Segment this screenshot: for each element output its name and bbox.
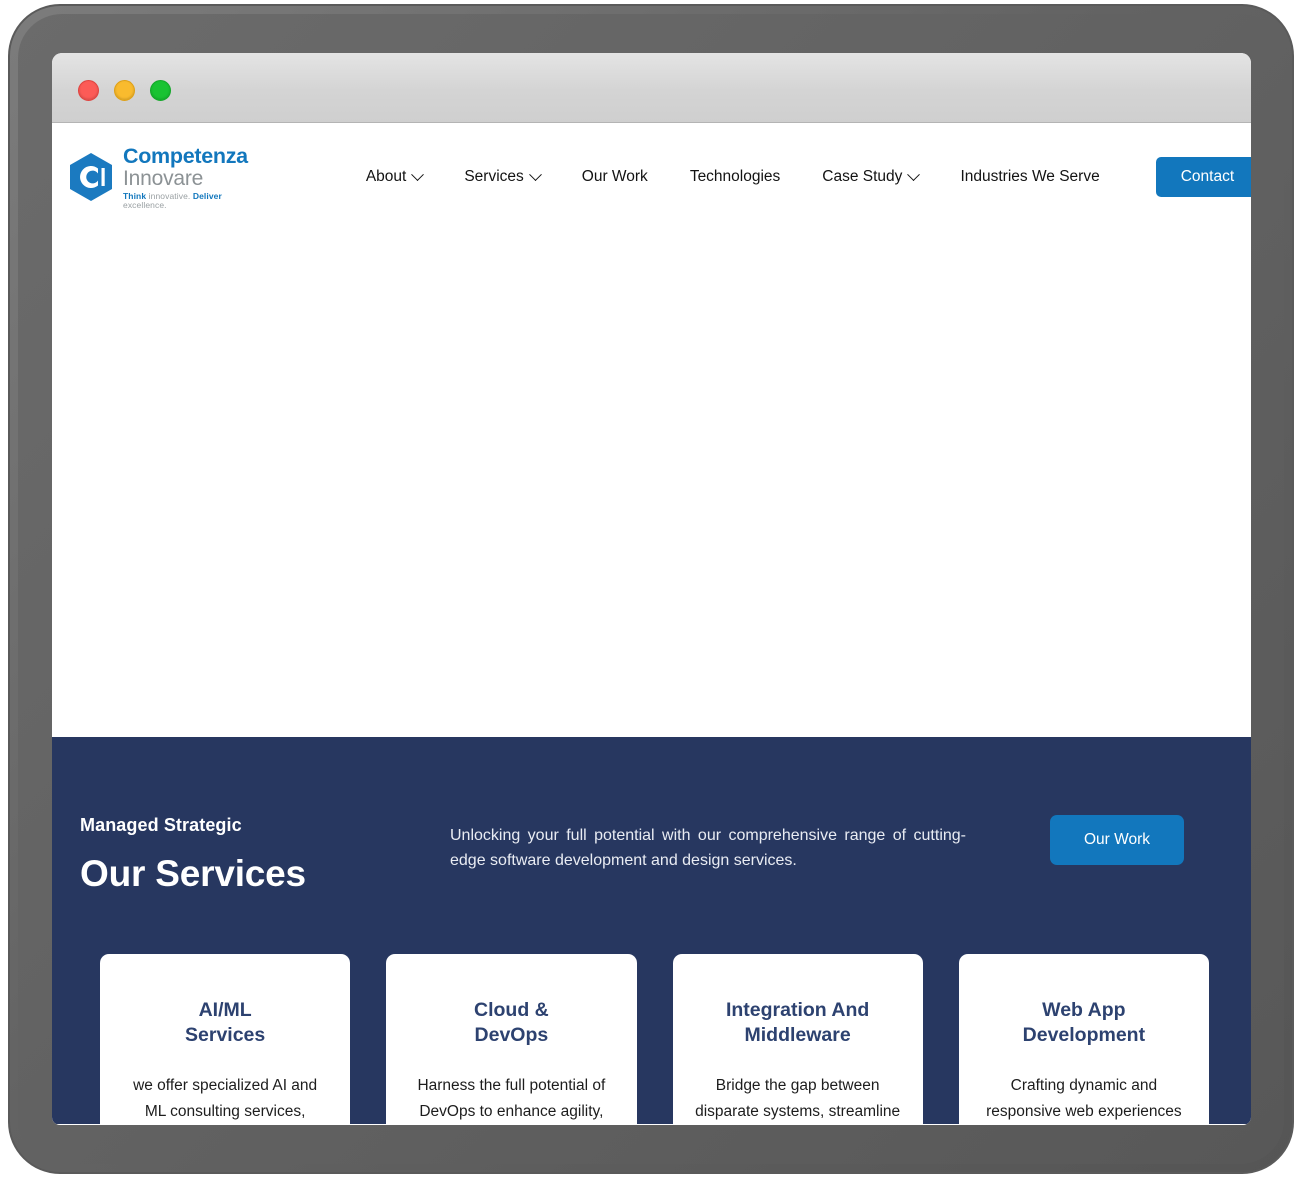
service-card-title: Integration And Middleware [725, 999, 870, 1046]
tagline-deliver: Deliver [192, 191, 222, 202]
competenza-hexagon-logo-icon [68, 152, 114, 202]
service-card-title: Web App Development [1022, 999, 1146, 1046]
chevron-down-icon [528, 167, 542, 181]
minimize-window-icon[interactable] [114, 80, 135, 101]
nav-item-label: Technologies [689, 168, 781, 185]
service-card-title: AI/ML Services [185, 999, 266, 1046]
page-viewport: Competenza Innovare Think innovative. De… [52, 123, 1251, 1125]
nav-item-industries-we-serve[interactable]: Industries We Serve [939, 160, 1120, 194]
service-card-description: Bridge the gap between disparate systems… [695, 1077, 901, 1121]
window-controls [78, 80, 171, 101]
brand-name-line1: Competenza [123, 143, 248, 168]
services-header: Managed Strategic Our Services Unlocking… [52, 737, 1251, 895]
service-card-ai-ml[interactable]: AI/ML Services we offer specialized AI a… [100, 954, 351, 1125]
service-card-title: Cloud & DevOps [474, 999, 549, 1046]
services-intro-text: Unlocking your full potential with our c… [450, 827, 966, 870]
service-card-cloud-devops[interactable]: Cloud & DevOps Harness the full potentia… [386, 954, 637, 1125]
services-heading-group: Managed Strategic Our Services [80, 815, 450, 895]
brand-tagline: Think innovative. Deliver excellence. [123, 192, 248, 209]
our-work-button[interactable]: Our Work [1050, 815, 1185, 865]
brand-logo[interactable]: Competenza Innovare Think innovative. De… [68, 145, 248, 210]
service-card-description: Crafting dynamic and responsive web expe… [986, 1077, 1182, 1121]
nav-item-our-work[interactable]: Our Work [561, 160, 669, 194]
nav-item-case-study[interactable]: Case Study [801, 160, 939, 194]
service-card-description: we offer specialized AI and ML consultin… [133, 1077, 318, 1121]
nav-item-technologies[interactable]: Technologies [669, 160, 801, 194]
services-eyebrow: Managed Strategic [80, 815, 242, 835]
nav-item-about[interactable]: About [345, 160, 444, 194]
close-window-icon[interactable] [78, 80, 99, 101]
nav-item-services[interactable]: Services [443, 160, 560, 194]
nav-item-label: About [365, 168, 407, 185]
site-header: Competenza Innovare Think innovative. De… [52, 123, 1251, 231]
tagline-excellence: excellence. [123, 199, 167, 210]
service-cards-grid: AI/ML Services we offer specialized AI a… [52, 895, 1251, 1125]
service-card-integration-middleware[interactable]: Integration And Middleware Bridge the ga… [672, 954, 923, 1125]
main-navigation: About Services Our Work Technologies Cas… [345, 157, 1251, 197]
our-services-section: Managed Strategic Our Services Unlocking… [52, 737, 1251, 1125]
browser-window: Competenza Innovare Think innovative. De… [52, 53, 1251, 1125]
contact-button[interactable]: Contact [1155, 157, 1251, 197]
maximize-window-icon[interactable] [150, 80, 171, 101]
nav-item-label: Services [464, 168, 524, 185]
chevron-down-icon [411, 167, 425, 181]
nav-item-label: Industries We Serve [960, 168, 1100, 185]
brand-wordmark: Competenza Innovare Think innovative. De… [123, 145, 248, 210]
browser-titlebar [52, 53, 1251, 123]
service-card-description: Harness the full potential of DevOps to … [417, 1077, 606, 1121]
hero-blank-area [52, 231, 1251, 737]
chevron-down-icon [907, 167, 921, 181]
nav-item-label: Our Work [581, 168, 648, 185]
brand-name-line2: Innovare [123, 167, 204, 191]
services-title: Our Services [80, 853, 306, 894]
service-card-web-app-development[interactable]: Web App Development Crafting dynamic and… [958, 954, 1209, 1125]
nav-item-label: Case Study [822, 168, 903, 185]
